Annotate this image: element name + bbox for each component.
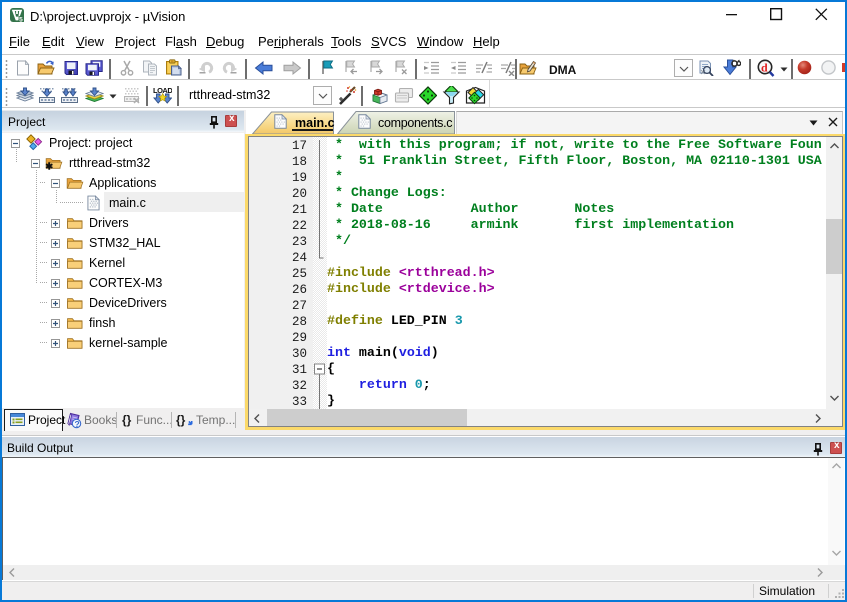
svg-text:5: 5 [19,16,23,22]
svg-text:✱: ✱ [45,162,54,170]
svg-text:?: ? [75,419,80,429]
svg-text:d: d [761,61,768,75]
